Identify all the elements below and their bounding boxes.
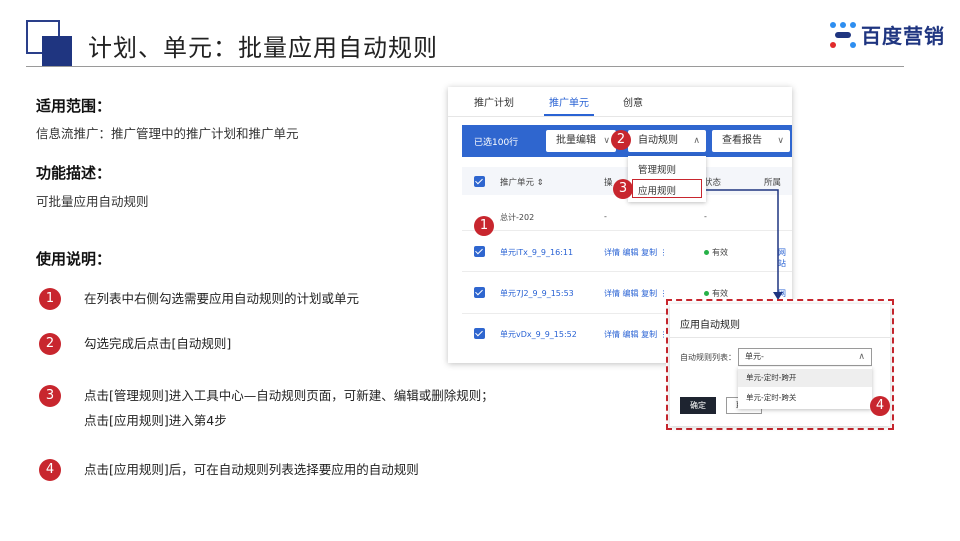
manage-rules-item[interactable]: 管理规则: [638, 162, 676, 176]
row-3-name[interactable]: 单元vDx_9_9_15:52: [500, 329, 577, 340]
col-op-header: 操: [604, 178, 613, 188]
chevron-up-icon: ∧: [858, 352, 865, 362]
row-2-name[interactable]: 单元7J2_9_9_15:53: [500, 288, 574, 299]
total-row-status: -: [704, 212, 707, 221]
confirm-button[interactable]: 确定: [680, 397, 716, 414]
marker-3: 3: [613, 179, 633, 199]
dialog-title: 应用自动规则: [680, 320, 740, 331]
bulk-edit-label: 批量编辑: [556, 135, 596, 146]
select-all-checkbox[interactable]: [474, 176, 485, 187]
step-4-badge: 4: [39, 459, 61, 481]
chevron-up-icon: ∧: [693, 136, 700, 146]
step-3-text-2: 点击[应用规则]进入第4步: [84, 413, 227, 428]
row-1-actions[interactable]: 详情 编辑 复制 ⋮: [604, 247, 668, 258]
step-4-text: 点击[应用规则]后，可在自动规则列表选择要应用的自动规则: [84, 462, 419, 477]
row-2-actions[interactable]: 详情 编辑 复制 ⋮: [604, 288, 668, 299]
tab-plan[interactable]: 推广计划: [474, 94, 514, 109]
brand-name: 百度营销: [861, 24, 945, 48]
tab-creative[interactable]: 创意: [623, 94, 643, 109]
rule-select-value: 单元-: [745, 352, 764, 361]
slide-title: 计划、单元：批量应用自动规则: [88, 34, 438, 62]
total-row-name: 总计-202: [500, 213, 535, 222]
dialog-divider: [670, 337, 890, 338]
auto-rule-button[interactable]: 自动规则 ∧: [628, 130, 706, 152]
step-1-badge: 1: [39, 288, 61, 310]
logo-square-fill: [42, 36, 72, 66]
report-label: 查看报告: [722, 135, 762, 146]
brand-logo: 百度营销: [830, 20, 945, 49]
feature-text: 可批量应用自动规则: [36, 194, 149, 209]
row-3-actions[interactable]: 详情 编辑 复制 ⋮: [604, 329, 668, 340]
rule-list-select[interactable]: 单元- ∧: [738, 348, 872, 366]
step-3-text: 点击[管理规则]进入工具中心—自动规则页面，可新建、编辑或删除规则；: [84, 388, 494, 403]
scope-heading: 适用范围：: [36, 97, 112, 115]
row-checkbox[interactable]: [474, 328, 485, 339]
row-checkbox[interactable]: [474, 246, 485, 257]
rule-option[interactable]: 单元-定时-跨开: [738, 369, 872, 387]
active-tab-indicator: [544, 114, 594, 116]
tab-bar: 推广计划 推广单元 创意: [448, 87, 792, 117]
brand-mark-icon: [830, 21, 856, 48]
row-1-name[interactable]: 单元iTx_9_9_16:11: [500, 247, 573, 258]
step-3-badge: 3: [39, 385, 61, 407]
step-2-badge: 2: [39, 333, 61, 355]
row-checkbox[interactable]: [474, 287, 485, 298]
row-1-extra[interactable]: 网站: [778, 247, 792, 269]
status-dot-icon: [704, 291, 709, 296]
row-divider: [462, 230, 792, 231]
header-divider: [26, 66, 904, 67]
marker-2: 2: [611, 130, 631, 150]
marker-4: 4: [870, 396, 890, 416]
status-dot-icon: [704, 250, 709, 255]
row-2-status: 有效: [704, 288, 728, 299]
usage-heading: 使用说明：: [36, 250, 112, 268]
rule-option[interactable]: 单元-定时-跨关: [738, 389, 872, 407]
feature-heading: 功能描述：: [36, 164, 112, 182]
auto-rule-label: 自动规则: [638, 135, 678, 146]
bulk-edit-button[interactable]: 批量编辑 ∨: [546, 130, 616, 152]
marker-1: 1: [474, 216, 494, 236]
rule-list-label: 自动规则列表：: [680, 353, 736, 362]
step-2-text: 勾选完成后点击[自动规则]: [84, 336, 232, 351]
col-extra-header: 所属: [764, 178, 782, 188]
selected-count: 已选100行: [474, 138, 519, 148]
chevron-down-icon: ∨: [777, 136, 784, 146]
auto-rule-dropdown: 管理规则 应用规则: [628, 156, 706, 202]
apply-rules-highlight: [632, 179, 702, 198]
row-divider: [462, 271, 792, 272]
col-status-header: 状态: [704, 178, 722, 188]
rule-options-list: 单元-定时-跨开 单元-定时-跨关: [738, 367, 872, 409]
total-row-op: -: [604, 212, 607, 221]
report-button[interactable]: 查看报告 ∨: [712, 130, 790, 152]
scope-text: 信息流推广：推广管理中的推广计划和推广单元: [36, 126, 299, 141]
step-1-text: 在列表中右侧勾选需要应用自动规则的计划或单元: [84, 291, 360, 306]
tab-unit[interactable]: 推广单元: [549, 94, 589, 109]
apply-rule-dialog: 应用自动规则 自动规则列表： 单元- ∧ 取消 确定 单元-定时-跨开 单元-定…: [670, 304, 890, 426]
col-unit-header[interactable]: 推广单元 ⇕: [500, 176, 544, 188]
row-1-status: 有效: [704, 247, 728, 258]
chevron-down-icon: ∨: [603, 136, 610, 146]
